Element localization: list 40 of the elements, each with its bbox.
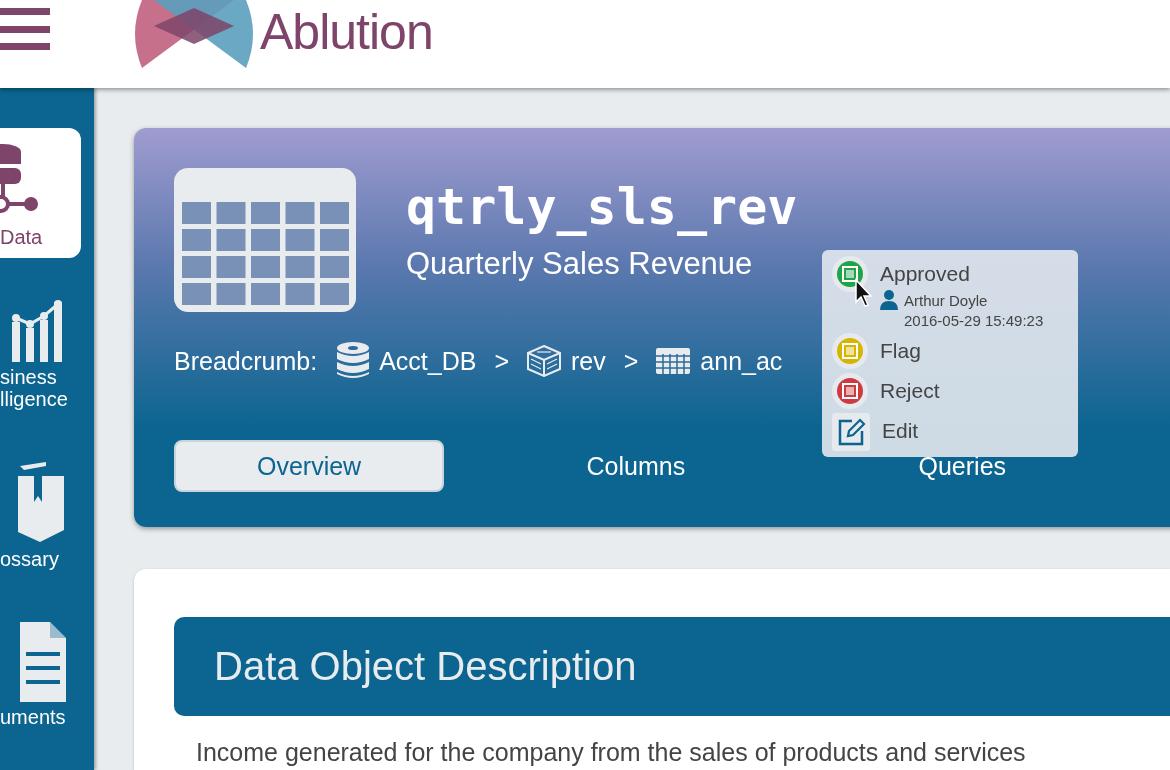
chip-icon[interactable] — [832, 256, 868, 292]
cube-icon — [527, 345, 561, 377]
breadcrumb-link[interactable]: rev — [571, 346, 606, 376]
menu-item[interactable]: Flag — [880, 339, 921, 363]
logo-text: Ablution — [260, 3, 433, 61]
document-icon — [20, 622, 66, 702]
tab[interactable]: Overview — [174, 440, 445, 492]
timestamp: 2016-05-29 15:49:23 — [904, 312, 1044, 329]
table-icon — [656, 348, 691, 374]
logo-icon — [134, 0, 256, 68]
breadcrumb-link[interactable]: ann_ac — [700, 346, 783, 376]
sidebar-item[interactable]: Data — [0, 128, 81, 258]
breadcrumb-label: Breadcrumb: — [174, 346, 318, 376]
database-icon — [337, 342, 370, 380]
breadcrumb-separator: > — [494, 346, 509, 376]
sidebar-label: uments — [0, 706, 66, 728]
menu-item[interactable]: Reject — [880, 379, 940, 403]
menu-item[interactable]: Edit — [882, 419, 919, 443]
tab[interactable]: Columns — [501, 440, 771, 492]
sidebar-item[interactable]: siness lligence — [0, 286, 94, 420]
menu-item[interactable]: Approved — [880, 262, 1044, 286]
cursor-icon — [854, 278, 874, 308]
object-title: qtrly_sls_rev — [406, 177, 798, 238]
breadcrumb-separator: > — [623, 346, 639, 376]
breadcrumb-link[interactable]: Acct_DB — [379, 346, 477, 376]
object-subtitle: Quarterly Sales Revenue — [406, 246, 754, 282]
section-heading: Data Object Description — [174, 617, 1170, 716]
table-icon — [174, 168, 356, 312]
tab[interactable]: Queries — [827, 440, 1097, 492]
sidebar-item[interactable]: uments — [0, 608, 94, 738]
user-icon — [880, 290, 898, 310]
sidebar-label: ossary — [0, 548, 59, 570]
book-icon — [16, 462, 66, 544]
sidebar-label: Data — [0, 226, 43, 248]
sidebar-label: siness lligence — [0, 366, 68, 410]
sidebar-item[interactable]: ossary — [0, 448, 94, 580]
menu-icon[interactable] — [0, 8, 50, 50]
approver-name: Arthur Doyle — [904, 291, 988, 309]
description-text: Income generated for the company from the sales of products and services — [196, 738, 1027, 767]
edit-icon[interactable] — [832, 413, 870, 451]
